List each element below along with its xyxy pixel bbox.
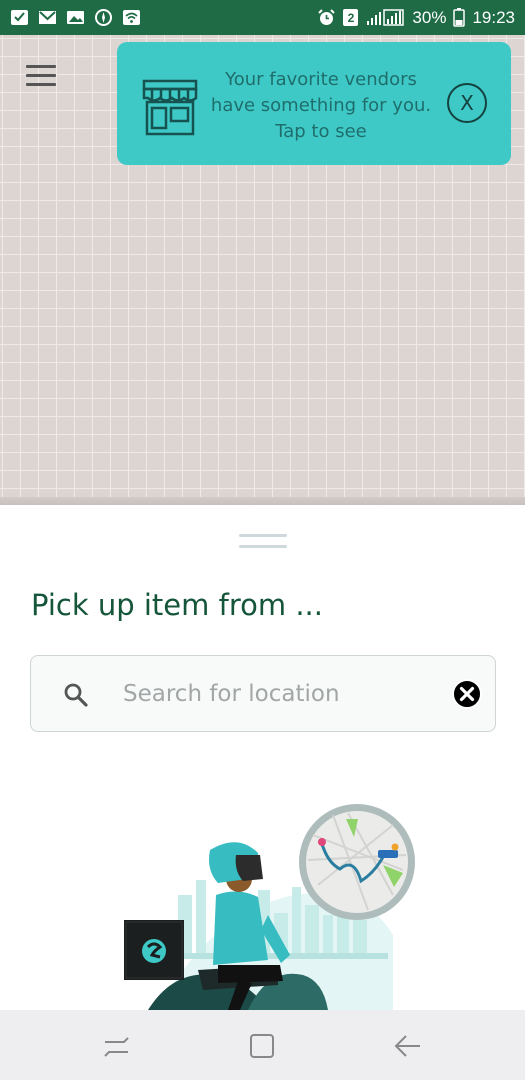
sim-icon: 2 <box>343 9 359 26</box>
clock: 19:23 <box>472 7 515 27</box>
banner-message: Your favorite vendors have something for… <box>210 69 432 142</box>
vendor-promo-banner[interactable]: Your favorite vendors have something for… <box>117 42 511 165</box>
battery-percent: 30% <box>412 7 447 27</box>
map-view[interactable]: Your favorite vendors have something for… <box>0 35 525 505</box>
back-icon[interactable] <box>392 1030 424 1062</box>
banner-close-button[interactable]: X <box>447 83 487 123</box>
compass-icon <box>94 9 113 26</box>
clear-icon[interactable] <box>451 678 483 710</box>
store-icon <box>141 78 199 138</box>
hamburger-menu-icon[interactable] <box>26 65 56 87</box>
location-search-box[interactable] <box>30 655 496 732</box>
sheet-drag-handle[interactable] <box>239 534 287 552</box>
sheet-title: Pick up item from ... <box>31 588 323 622</box>
home-icon[interactable] <box>246 1030 278 1062</box>
alarm-icon <box>317 9 336 26</box>
battery-icon <box>453 8 466 27</box>
courier-illustration <box>118 795 418 1010</box>
recents-icon[interactable] <box>102 1030 134 1062</box>
signal-icon <box>365 9 405 26</box>
location-search-input[interactable] <box>123 674 443 714</box>
checkbox-icon <box>10 9 29 26</box>
system-indicators: 2 30% 19:23 <box>317 8 515 28</box>
status-bar: 2 30% 19:23 <box>0 0 525 35</box>
pickup-bottom-sheet: Pick up item from ... <box>0 505 525 1010</box>
close-icon: X <box>460 91 474 115</box>
wifi-icon <box>122 9 141 26</box>
system-nav-bar <box>0 1010 525 1080</box>
search-icon <box>63 682 89 708</box>
gallery-icon <box>66 9 85 26</box>
notification-icons <box>10 9 141 26</box>
gmail-icon <box>38 9 57 26</box>
